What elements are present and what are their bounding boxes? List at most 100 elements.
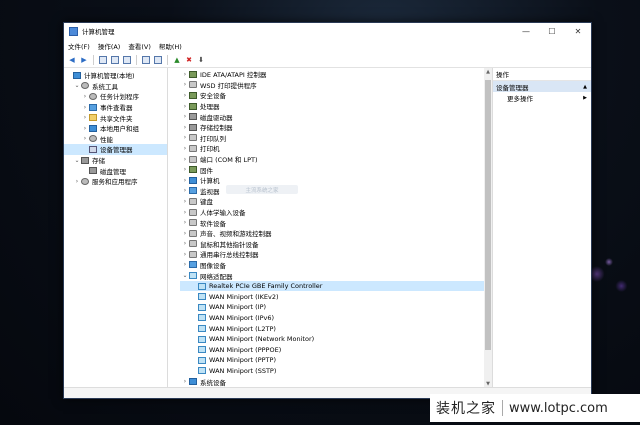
device-tree-label: 软件设备 — [200, 219, 226, 228]
nav-tree-node[interactable]: › 共享文件夹 — [64, 112, 167, 123]
collapsed-chevron-icon[interactable]: › — [82, 134, 88, 144]
properties-icon[interactable] — [122, 55, 132, 65]
device-tree-node[interactable]: › 打印机 — [180, 143, 492, 154]
show-hide-tree-icon[interactable] — [110, 55, 120, 65]
back-arrow-icon[interactable]: ◀ — [67, 55, 77, 65]
collapsed-chevron-icon[interactable]: › — [182, 260, 188, 270]
device-tree-node[interactable]: › 端口 (COM 和 LPT) — [180, 154, 492, 165]
collapsed-chevron-icon[interactable]: › — [182, 154, 188, 164]
device-tree-label: WAN Miniport (PPPOE) — [209, 345, 282, 354]
collapsed-chevron-icon[interactable]: › — [182, 218, 188, 228]
nav-tree-node[interactable]: › 本地用户和组 — [64, 123, 167, 134]
device-tree-node[interactable]: WAN Miniport (IKEv2) — [180, 291, 492, 302]
nav-tree-node[interactable]: ⌄ 系统工具 — [64, 81, 167, 92]
menu-action[interactable]: 操作(A) — [98, 41, 121, 51]
collapsed-chevron-icon[interactable]: › — [182, 80, 188, 90]
collapsed-chevron-icon[interactable]: › — [182, 249, 188, 259]
device-tree-node[interactable]: WAN Miniport (L2TP) — [180, 323, 492, 334]
vertical-scrollbar[interactable]: ▲ ▼ — [484, 68, 492, 388]
toolbar-separator — [167, 54, 168, 65]
device-tree-node[interactable]: WAN Miniport (IPv6) — [180, 313, 492, 324]
collapsed-chevron-icon[interactable]: › — [182, 69, 188, 79]
device-tree-node[interactable]: › 系统设备 — [180, 376, 492, 387]
up-level-icon[interactable] — [98, 55, 108, 65]
expanded-chevron-icon[interactable]: ⌄ — [74, 81, 80, 91]
device-tree-node[interactable]: › 声音、视频和游戏控制器 — [180, 228, 492, 239]
nav-tree-node[interactable]: ⌄ 存储 — [64, 155, 167, 166]
collapsed-chevron-icon[interactable]: › — [182, 90, 188, 100]
show-hidden-icon[interactable] — [153, 55, 163, 65]
device-tree-node[interactable]: WAN Miniport (IP) — [180, 302, 492, 313]
computer-management-window: 计算机管理 — ☐ ✕ 文件(F) 操作(A) 查看(V) 帮助(H) ◀ ▶ … — [63, 22, 592, 399]
collapsed-chevron-icon[interactable]: › — [182, 228, 188, 238]
collapsed-chevron-icon[interactable]: › — [182, 175, 188, 185]
device-tree-node[interactable]: WAN Miniport (SSTP) — [180, 366, 492, 377]
collapsed-chevron-icon[interactable]: › — [182, 186, 188, 196]
more-actions-item[interactable]: 更多操作 ▶ — [493, 92, 591, 103]
device-tree-node[interactable]: Realtek PCIe GBE Family Controller — [180, 280, 492, 292]
menu-file[interactable]: 文件(F) — [68, 41, 90, 51]
device-tree-node[interactable]: › WSD 打印提供程序 — [180, 80, 492, 91]
collapsed-chevron-icon[interactable]: › — [182, 207, 188, 217]
device-tree-node[interactable]: WAN Miniport (PPTP) — [180, 355, 492, 366]
device-tree-node[interactable]: › 通用串行总线控制器 — [180, 249, 492, 260]
minimize-button[interactable]: — — [513, 23, 539, 39]
nav-tree-node[interactable]: › 事件查看器 — [64, 102, 167, 113]
collapsed-chevron-icon[interactable]: › — [182, 133, 188, 143]
expanded-chevron-icon[interactable]: ⌄ — [182, 271, 188, 281]
device-tree-node[interactable]: › 存储控制器 — [180, 122, 492, 133]
nav-tree-label: 事件查看器 — [100, 104, 133, 113]
device-tree-node[interactable]: › 人体学输入设备 — [180, 207, 492, 218]
content-area: 计算机管理(本地) ⌄ 系统工具 › 任务计划程序 › 事件查看器 › 共享文件夹 › 本地用户和组… — [64, 68, 591, 388]
device-tree-node[interactable]: WAN Miniport (PPPOE) — [180, 344, 492, 355]
nav-tree-node[interactable]: 磁盘管理 — [64, 165, 167, 176]
device-tree-node[interactable]: › 磁盘驱动器 — [180, 111, 492, 122]
collapsed-chevron-icon[interactable]: › — [82, 102, 88, 112]
collapsed-chevron-icon[interactable]: › — [82, 123, 88, 133]
no-chevron — [191, 313, 197, 323]
nav-tree-node[interactable]: 计算机管理(本地) — [64, 70, 167, 81]
actions-group-device-manager[interactable]: 设备管理器 ▲ — [493, 81, 591, 92]
maximize-button[interactable]: ☐ — [539, 23, 565, 39]
collapsed-chevron-icon[interactable]: › — [182, 165, 188, 175]
device-tree-node[interactable]: ⌄ 网络适配器 — [180, 270, 492, 281]
collapsed-chevron-icon[interactable]: › — [182, 143, 188, 153]
collapsed-chevron-icon[interactable]: › — [182, 101, 188, 111]
menu-view[interactable]: 查看(V) — [128, 41, 151, 51]
collapsed-chevron-icon[interactable]: › — [82, 113, 88, 123]
collapsed-chevron-icon[interactable]: › — [82, 91, 88, 101]
update-driver-icon[interactable]: ▲ — [172, 55, 182, 65]
close-button[interactable]: ✕ — [565, 23, 591, 39]
device-tree-node[interactable]: › 键盘 — [180, 196, 492, 207]
collapsed-chevron-icon[interactable]: › — [182, 122, 188, 132]
device-tree-node[interactable]: › 图像设备 — [180, 260, 492, 271]
device-tree-node[interactable]: › 安全设备 — [180, 90, 492, 101]
collapsed-chevron-icon[interactable]: › — [182, 239, 188, 249]
device-tree-node[interactable]: › 计算机 — [180, 175, 492, 186]
collapsed-chevron-icon[interactable]: › — [74, 176, 80, 186]
nav-tree-node[interactable]: 设备管理器 — [64, 144, 167, 155]
device-tree-node[interactable]: › 处理器 — [180, 101, 492, 112]
device-tree-node[interactable]: WAN Miniport (Network Monitor) — [180, 334, 492, 345]
forward-arrow-icon[interactable]: ▶ — [79, 55, 89, 65]
device-tree-node[interactable]: › IDE ATA/ATAPI 控制器 — [180, 69, 492, 80]
scrollbar-thumb[interactable] — [485, 80, 491, 350]
expanded-chevron-icon[interactable]: ⌄ — [74, 155, 80, 165]
collapsed-chevron-icon[interactable]: › — [182, 377, 188, 387]
device-tree-node[interactable]: › 打印队列 — [180, 133, 492, 144]
device-tree-label: 存储控制器 — [200, 124, 233, 133]
help-icon[interactable] — [141, 55, 151, 65]
device-tree-node[interactable]: › 鼠标和其他指针设备 — [180, 239, 492, 250]
nav-tree-node[interactable]: › 任务计划程序 — [64, 91, 167, 102]
device-tree-node[interactable]: › 软件设备 — [180, 217, 492, 228]
collapse-arrow-icon[interactable]: ▲ — [583, 84, 587, 90]
scroll-up-icon[interactable]: ▲ — [484, 68, 492, 76]
collapsed-chevron-icon[interactable]: › — [182, 196, 188, 206]
device-tree-node[interactable]: › 固件 — [180, 164, 492, 175]
collapsed-chevron-icon[interactable]: › — [182, 112, 188, 122]
nav-tree-node[interactable]: › 服务和应用程序 — [64, 176, 167, 187]
scan-hardware-icon[interactable]: ⬇ — [196, 55, 206, 65]
uninstall-device-icon[interactable]: ✖ — [184, 55, 194, 65]
nav-tree-node[interactable]: › 性能 — [64, 134, 167, 145]
menu-help[interactable]: 帮助(H) — [159, 41, 182, 51]
